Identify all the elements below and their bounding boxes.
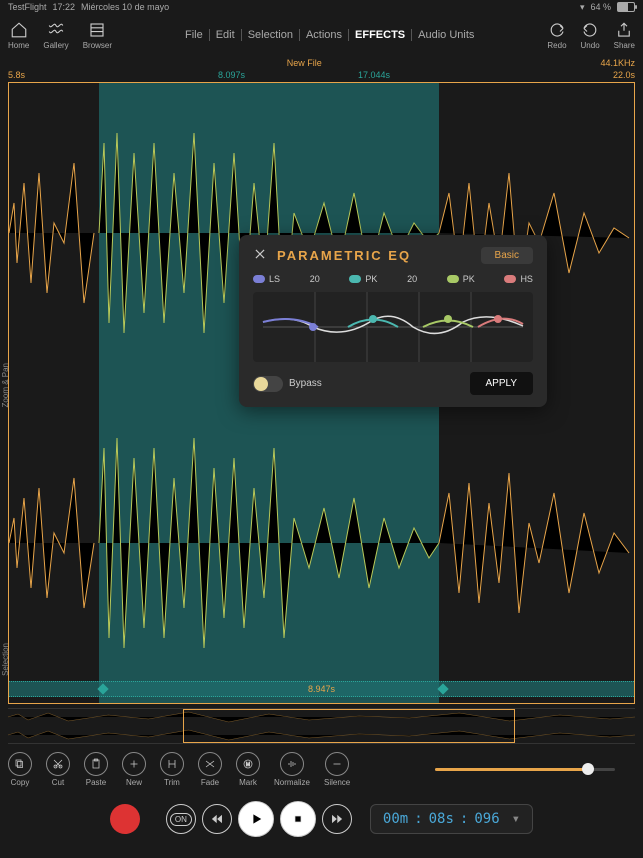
- time-sel-start: 8.097s: [218, 70, 245, 80]
- gallery-icon: [47, 21, 65, 39]
- top-toolbar: Home Gallery Browser File Edit Selection…: [0, 14, 643, 56]
- normalize-button[interactable]: Normalize: [274, 752, 310, 787]
- bypass-toggle[interactable]: Bypass: [253, 376, 322, 392]
- chevron-down-icon[interactable]: ▾: [512, 811, 520, 827]
- trim-button[interactable]: Trim: [160, 752, 184, 787]
- browser-button[interactable]: Browser: [83, 21, 112, 50]
- menu-file[interactable]: File: [179, 29, 209, 41]
- undo-button[interactable]: Undo: [581, 21, 600, 50]
- time-end: 22.0s: [613, 70, 635, 80]
- bypass-label: Bypass: [289, 378, 322, 389]
- close-button[interactable]: [253, 247, 267, 264]
- paste-button[interactable]: Paste: [84, 752, 108, 787]
- browser-icon: [88, 21, 106, 39]
- slider-fill: [435, 768, 588, 771]
- battery-icon: [617, 2, 635, 12]
- selection-length: 8.947s: [308, 684, 335, 694]
- timecode-display[interactable]: 00m: 08s: 096 ▾: [370, 804, 533, 834]
- band-hs[interactable]: HS: [504, 274, 533, 284]
- home-label: Home: [8, 41, 29, 50]
- timeline-ruler[interactable]: 5.8s 8.097s 17.044s 22.0s: [0, 70, 643, 80]
- undo-icon: [581, 21, 599, 39]
- status-app: TestFlight: [8, 2, 47, 12]
- selection-time-band[interactable]: 8.947s: [9, 681, 634, 697]
- eq-graph[interactable]: [253, 292, 533, 362]
- monitor-button[interactable]: ON: [166, 804, 196, 834]
- band-pk2[interactable]: PK: [447, 274, 475, 284]
- rewind-button[interactable]: [202, 804, 232, 834]
- file-info-bar: New File 44.1KHz: [0, 56, 643, 70]
- menu-audio-units[interactable]: Audio Units: [411, 29, 480, 41]
- menu-actions[interactable]: Actions: [299, 29, 348, 41]
- share-icon: [615, 21, 633, 39]
- file-name: New File: [287, 58, 322, 68]
- copy-button[interactable]: Copy: [8, 752, 32, 787]
- silence-button[interactable]: Silence: [324, 752, 350, 787]
- apply-button[interactable]: APPLY: [470, 372, 534, 395]
- sample-rate: 44.1KHz: [600, 58, 635, 68]
- new-button[interactable]: New: [122, 752, 146, 787]
- time-start: 5.8s: [8, 70, 25, 80]
- redo-button[interactable]: Redo: [547, 21, 566, 50]
- tc-ms: 096: [474, 811, 499, 827]
- eq-title: PARAMETRIC EQ: [277, 248, 471, 263]
- slider-knob[interactable]: [582, 763, 594, 775]
- share-label: Share: [614, 41, 635, 50]
- eq-mode-basic[interactable]: Basic: [481, 247, 533, 264]
- status-date: Miércoles 10 de mayo: [81, 2, 169, 12]
- share-button[interactable]: Share: [614, 21, 635, 50]
- tools-bar: Copy Cut Paste New Trim Fade MMark Norma…: [0, 748, 643, 791]
- wifi-icon: ▾: [580, 2, 585, 13]
- stop-button[interactable]: [280, 801, 316, 837]
- play-button[interactable]: [238, 801, 274, 837]
- selection-handle-right[interactable]: [437, 683, 448, 694]
- waveform-right-channel[interactable]: [9, 393, 634, 693]
- time-sel-end: 17.044s: [358, 70, 390, 80]
- main-menu: File Edit Selection Actions EFFECTS Audi…: [112, 29, 547, 41]
- status-time: 17:22: [53, 2, 76, 12]
- home-icon: [10, 21, 28, 39]
- forward-button[interactable]: [322, 804, 352, 834]
- menu-selection[interactable]: Selection: [241, 29, 299, 41]
- redo-icon: [548, 21, 566, 39]
- band-value-1: 20: [310, 274, 320, 284]
- redo-label: Redo: [547, 41, 566, 50]
- fade-button[interactable]: Fade: [198, 752, 222, 787]
- cut-button[interactable]: Cut: [46, 752, 70, 787]
- overview-waveform[interactable]: [8, 708, 635, 744]
- zoom-slider[interactable]: [435, 768, 615, 771]
- overview-selection[interactable]: [183, 709, 515, 743]
- browser-label: Browser: [83, 41, 112, 50]
- menu-effects[interactable]: EFFECTS: [348, 29, 411, 41]
- gallery-button[interactable]: Gallery: [43, 21, 68, 50]
- transport-bar: ON 00m: 08s: 096 ▾: [0, 791, 643, 847]
- band-value-2: 20: [407, 274, 417, 284]
- eq-band-row: LS 20 PK 20 PK HS: [253, 274, 533, 284]
- status-bar: TestFlight 17:22 Miércoles 10 de mayo ▾ …: [0, 0, 643, 14]
- band-ls[interactable]: LS: [253, 274, 280, 284]
- toggle-icon: [253, 376, 283, 392]
- mark-button[interactable]: MMark: [236, 752, 260, 787]
- record-button[interactable]: [110, 804, 140, 834]
- tc-minutes: 00m: [383, 811, 408, 827]
- svg-text:M: M: [246, 762, 250, 768]
- waveform-editor[interactable]: Zoom & Pan Selection 8.947s: [8, 82, 635, 704]
- selection-handle-left[interactable]: [97, 683, 108, 694]
- battery-pct: 64 %: [590, 2, 611, 12]
- band-pk1[interactable]: PK: [349, 274, 377, 284]
- on-icon: ON: [170, 813, 192, 826]
- undo-label: Undo: [581, 41, 600, 50]
- home-button[interactable]: Home: [8, 21, 29, 50]
- parametric-eq-panel: PARAMETRIC EQ Basic LS 20 PK 20 PK HS: [239, 235, 547, 407]
- tc-seconds: 08s: [429, 811, 454, 827]
- menu-edit[interactable]: Edit: [209, 29, 241, 41]
- gallery-label: Gallery: [43, 41, 68, 50]
